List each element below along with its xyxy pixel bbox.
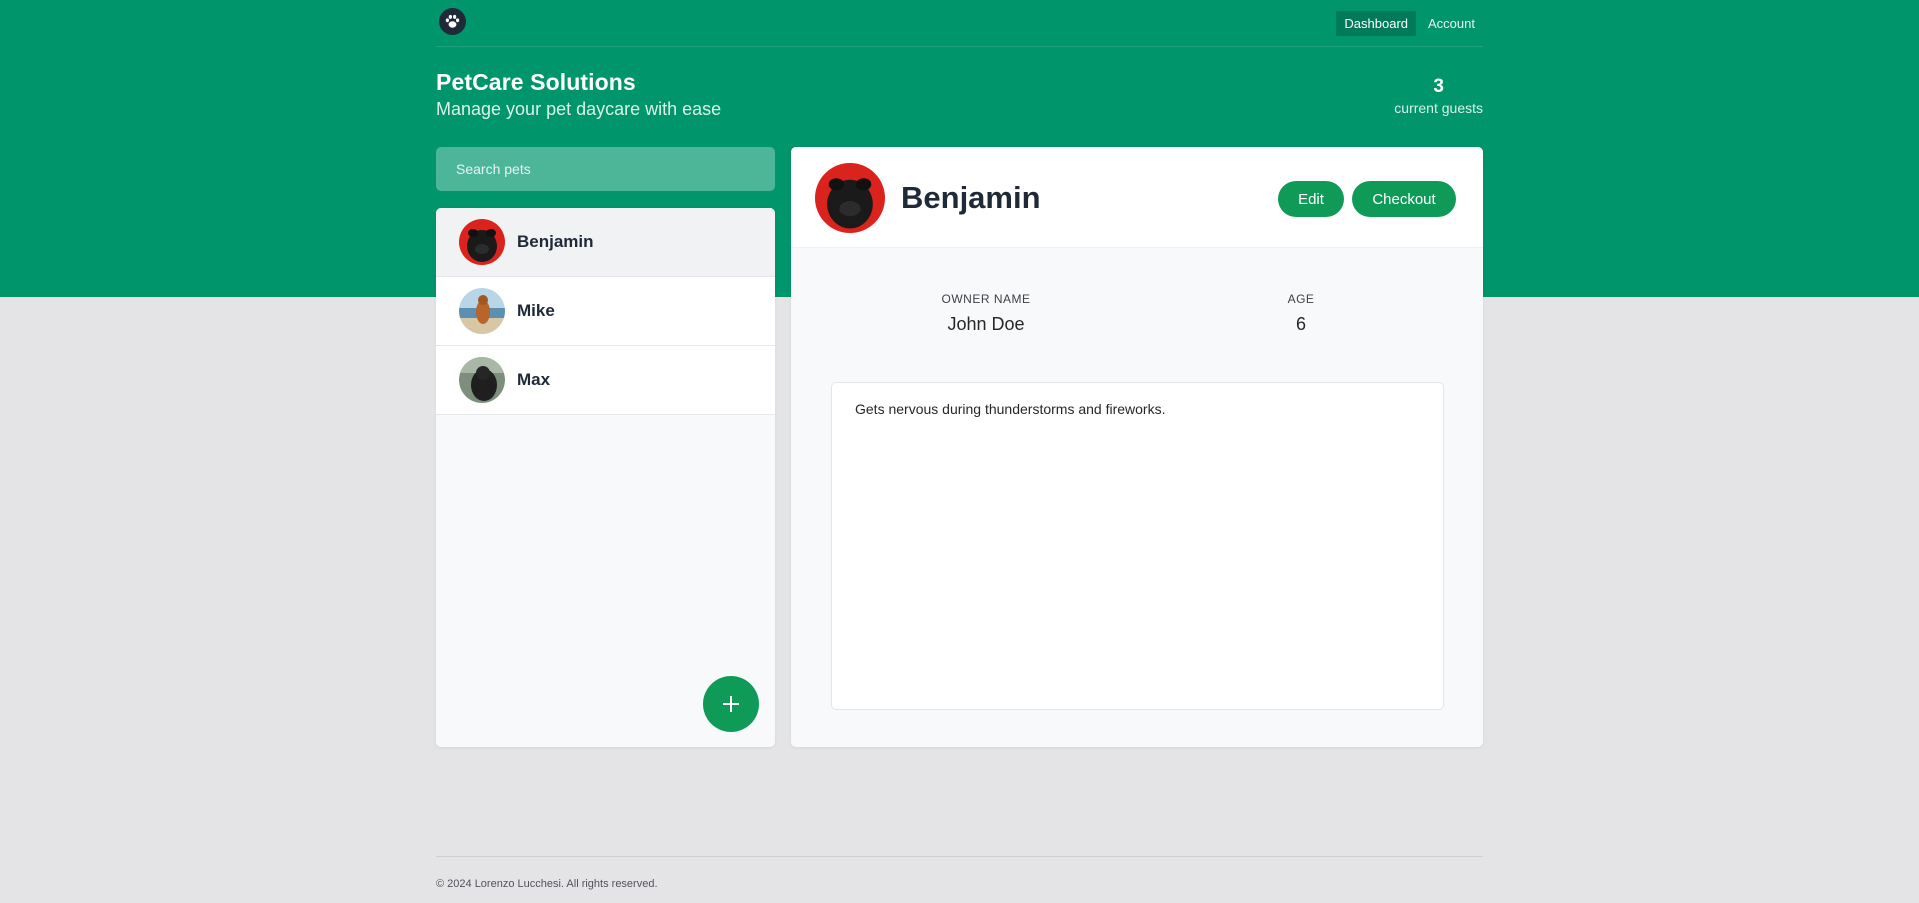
paw-icon[interactable] bbox=[439, 8, 466, 35]
list-item[interactable]: Max bbox=[436, 346, 775, 415]
pet-notes: Gets nervous during thunderstorms and fi… bbox=[831, 382, 1444, 710]
page-title: PetCare Solutions bbox=[436, 69, 636, 95]
list-item[interactable]: Benjamin bbox=[436, 208, 775, 277]
nav-link-account[interactable]: Account bbox=[1420, 11, 1483, 36]
pet-name: Mike bbox=[517, 301, 555, 320]
pet-avatar bbox=[459, 288, 505, 334]
checkout-button[interactable]: Checkout bbox=[1352, 181, 1456, 217]
page-subtitle: Manage your pet daycare with ease bbox=[436, 99, 722, 119]
detail-header: Benjamin Edit Checkout bbox=[791, 147, 1483, 248]
pet-avatar bbox=[815, 163, 885, 233]
pet-name: Max bbox=[517, 370, 551, 389]
pet-list-panel: Benjamin Mike Max bbox=[436, 208, 775, 747]
pet-avatar bbox=[459, 219, 505, 265]
plus-icon bbox=[723, 696, 739, 712]
guest-count-label: current guests bbox=[1394, 100, 1483, 116]
pet-detail-name: Benjamin bbox=[901, 180, 1041, 215]
top-nav: Dashboard Account bbox=[436, 0, 1483, 47]
list-item[interactable]: Mike bbox=[436, 277, 775, 346]
app-container: Dashboard Account PetCare Solutions Mana… bbox=[436, 0, 1483, 903]
footer-divider bbox=[436, 856, 1483, 857]
pet-name: Benjamin bbox=[517, 232, 594, 251]
age-info: AGE 6 bbox=[1251, 292, 1351, 335]
add-pet-button[interactable] bbox=[703, 676, 759, 732]
footer-copyright: © 2024 Lorenzo Lucchesi. All rights rese… bbox=[436, 878, 658, 890]
search-input[interactable] bbox=[436, 147, 775, 191]
edit-button[interactable]: Edit bbox=[1278, 181, 1344, 217]
owner-info: OWNER NAME John Doe bbox=[901, 292, 1071, 335]
pet-detail-panel: Benjamin Edit Checkout OWNER NAME John D… bbox=[791, 147, 1483, 747]
age-value: 6 bbox=[1295, 314, 1306, 334]
age-label: AGE bbox=[1287, 292, 1315, 306]
pet-avatar bbox=[459, 357, 505, 403]
owner-name-label: OWNER NAME bbox=[941, 292, 1031, 306]
brand-header: PetCare Solutions Manage your pet daycar… bbox=[436, 69, 721, 120]
nav-link-dashboard[interactable]: Dashboard bbox=[1336, 11, 1417, 36]
guest-count: 3 bbox=[1433, 76, 1444, 97]
guest-stats: 3 current guests bbox=[1394, 76, 1483, 116]
owner-name-value: John Doe bbox=[947, 314, 1025, 334]
nav-links: Dashboard Account bbox=[1336, 11, 1483, 36]
